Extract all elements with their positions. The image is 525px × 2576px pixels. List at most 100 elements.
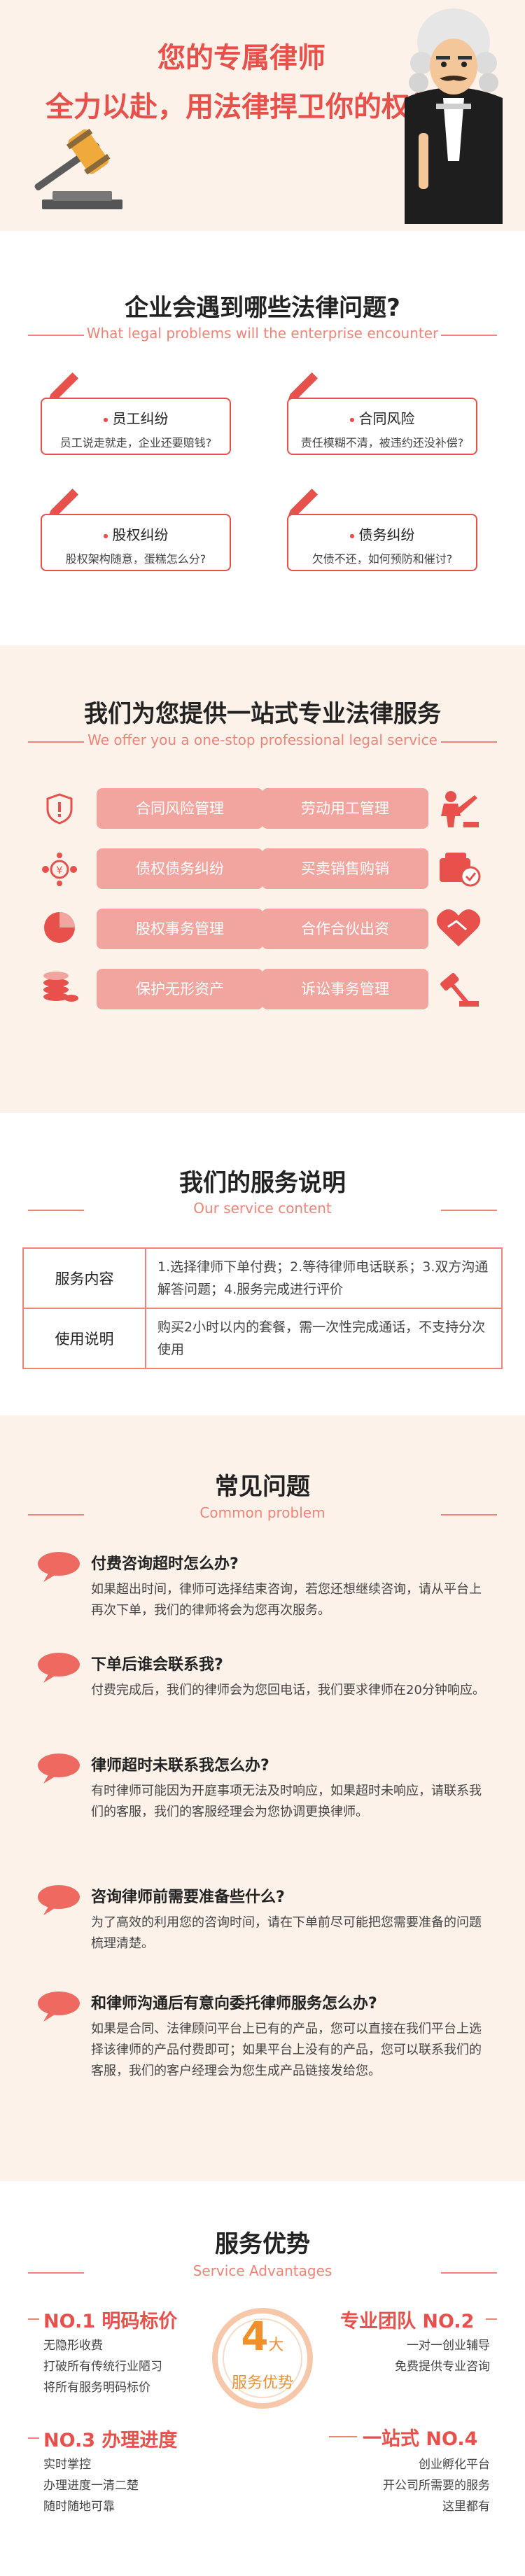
advantage-text-4: 创业孵化平台 开公司所需要的服务 这里都有 bbox=[350, 2454, 490, 2517]
divider bbox=[28, 2318, 39, 2320]
problems-title: 企业会遇到哪些法律问题? bbox=[125, 294, 400, 322]
handshake-heart-icon bbox=[436, 909, 481, 946]
faq-answer: 为了高效的利用您的咨询时间，请在下单前尽可能把您需要准备的问题梳理清楚。 bbox=[91, 1915, 482, 1951]
table-row-label: 服务内容 bbox=[24, 1249, 146, 1308]
badge-number-unit: 大 bbox=[268, 2337, 284, 2354]
advantage-line: 随时随地可靠 bbox=[43, 2500, 115, 2514]
advantage-text-3: 实时掌控 办理进度一清二楚 随时随地可靠 bbox=[43, 2454, 139, 2517]
problem-card-equity: 股权纠纷 股权架构随意，蛋糕怎么分? bbox=[41, 514, 231, 571]
advantage-head-1: NO.1 明码标价 bbox=[43, 2311, 178, 2332]
speech-bubble-icon bbox=[38, 1552, 80, 1582]
advantage-line: 一对一创业辅导 bbox=[407, 2339, 490, 2353]
faq-section: 常见问题 Common problem 付费咨询超时怎么办? 如果超出时间，律师… bbox=[0, 1415, 525, 2181]
gavel-icon bbox=[440, 973, 479, 1007]
problem-card-title: 员工纠纷 bbox=[42, 407, 230, 428]
divider bbox=[329, 2436, 357, 2437]
faq-item[interactable]: 下单后谁会联系我? 付费完成后，我们的律师会为您回电话，我们要求律师在20分钟响… bbox=[36, 1652, 491, 1750]
faq-answer: 如果是合同、法律顾问平台上已有的产品，您可以直接在我们平台上选择该律师的产品付费… bbox=[91, 2022, 482, 2078]
faq-answer: 付费完成后，我们的律师会为您回电话，我们要求律师在20分钟响应。 bbox=[91, 1683, 485, 1698]
service-labor[interactable]: 劳动用工管理 bbox=[262, 788, 428, 829]
table-row-label: 使用说明 bbox=[24, 1309, 146, 1368]
problem-card-title: 股权纠纷 bbox=[42, 524, 230, 544]
service-content-subtitle: Our service content bbox=[193, 1200, 332, 1217]
advantage-line: 这里都有 bbox=[442, 2500, 490, 2514]
advantage-line: 打破所有传统行业陋习 bbox=[43, 2360, 162, 2374]
table-row-text: 1.选择律师下单付费；2.等待律师电话联系；3.双方沟通解答问题；4.服务完成进… bbox=[158, 1259, 489, 1297]
yen-exchange-icon: ¥ bbox=[42, 853, 77, 886]
advantage-line: 实时掌控 bbox=[43, 2458, 91, 2472]
faq-item[interactable]: 咨询律师前需要准备些什么? 为了高效的利用您的咨询时间，请在下单前尽可能把您需要… bbox=[36, 1884, 491, 1982]
service-partnership[interactable]: 合作合伙出资 bbox=[262, 909, 428, 949]
advantages-subtitle: Service Advantages bbox=[192, 2262, 332, 2279]
service-table: 服务内容 1.选择律师下单付费；2.等待律师电话联系；3.双方沟通解答问题；4.… bbox=[22, 1247, 503, 1369]
problem-card-desc: 员工说走就走，企业还要赔钱? bbox=[59, 436, 212, 449]
svg-text:¥: ¥ bbox=[57, 865, 63, 876]
problems-subtitle: What legal problems will the enterprise … bbox=[86, 325, 439, 342]
advantage-head-3: NO.3 办理进度 bbox=[43, 2430, 178, 2451]
problem-card-desc: 责任模糊不清，被违约还没补偿? bbox=[300, 436, 464, 449]
problem-card-desc: 欠债不还，如何预防和催讨? bbox=[312, 552, 453, 566]
gavel-icon bbox=[34, 128, 122, 209]
services-title: 我们为您提供一站式专业法律服务 bbox=[84, 700, 441, 728]
advantage-line: 创业孵化平台 bbox=[419, 2458, 490, 2472]
service-contract-risk[interactable]: 合同风险管理 bbox=[97, 788, 263, 829]
service-content-title: 我们的服务说明 bbox=[179, 1169, 346, 1197]
advantage-line: 开公司所需要的服务 bbox=[383, 2479, 490, 2493]
faq-question: 和律师沟通后有意向委托律师服务怎么办? bbox=[91, 1995, 377, 2012]
faq-answer: 有时律师可能因为开庭事项无法及时响应，如果超时未响应，请联系我们的客服，我们的客… bbox=[91, 1784, 482, 1819]
speech-bubble-icon bbox=[38, 1653, 80, 1683]
service-content-section: 我们的服务说明 Our service content 服务内容 1.选择律师下… bbox=[0, 1113, 525, 1415]
faq-item[interactable]: 律师超时未联系我怎么办? 有时律师可能因为开庭事项无法及时响应，如果超时未响应，… bbox=[36, 1753, 491, 1872]
badge-number-value: 4 bbox=[241, 2314, 269, 2360]
page: 您的专属律师 全力以赴，用法律捍卫你的权益 企业会遇到哪些法律问题? What … bbox=[0, 0, 525, 2576]
badge-label: 服务优势 bbox=[231, 2374, 293, 2392]
service-sales[interactable]: 买卖销售购销 bbox=[262, 848, 428, 889]
faq-item[interactable]: 付费咨询超时怎么办? 如果超出时间，律师可选择结束咨询，若您还想继续咨询，请从平… bbox=[36, 1551, 491, 1649]
advantage-text-1: 无隐形收费 打破所有传统行业陋习 将所有服务明码标价 bbox=[43, 2335, 162, 2398]
problem-card-title: 合同风险 bbox=[288, 407, 476, 428]
advantage-line: 免费提供专业咨询 bbox=[395, 2360, 490, 2374]
divider bbox=[28, 2437, 39, 2439]
advantage-head-2: 专业团队 NO.2 bbox=[340, 2311, 475, 2332]
service-debt[interactable]: 债权债务纠纷 bbox=[97, 848, 263, 889]
advantage-text-2: 一对一创业辅导 免费提供专业咨询 bbox=[350, 2335, 490, 2377]
speech-bubble-icon bbox=[38, 1991, 80, 2022]
faq-question: 下单后谁会联系我? bbox=[91, 1656, 223, 1674]
table-row: 服务内容 1.选择律师下单付费；2.等待律师电话联系；3.双方沟通解答问题；4.… bbox=[24, 1249, 501, 1309]
faq-answer: 如果超出时间，律师可选择结束咨询，若您还想继续咨询，请从平台上再次下单，我们的律… bbox=[91, 1582, 482, 1618]
service-litigation[interactable]: 诉讼事务管理 bbox=[262, 969, 428, 1009]
services-subtitle: We offer you a one-stop professional leg… bbox=[88, 732, 438, 748]
shield-alert-icon bbox=[46, 793, 73, 825]
hero-banner: 您的专属律师 全力以赴，用法律捍卫你的权益 bbox=[0, 0, 525, 231]
problem-card-desc: 股权架构随意，蛋糕怎么分? bbox=[65, 552, 206, 566]
coins-icon bbox=[43, 972, 78, 1002]
problems-section: 企业会遇到哪些法律问题? What legal problems will th… bbox=[0, 231, 525, 645]
advantage-line: 无隐形收费 bbox=[43, 2339, 103, 2353]
service-ip[interactable]: 保护无形资产 bbox=[97, 969, 263, 1009]
advantages-section: 服务优势 Service Advantages 4大 服务优势 NO.1 明码标… bbox=[0, 2181, 525, 2576]
judge-illustration bbox=[405, 8, 503, 224]
faq-subtitle: Common problem bbox=[200, 1504, 326, 1521]
problem-card-contract: 合同风险 责任模糊不清，被违约还没补偿? bbox=[287, 398, 477, 455]
problem-card-debt: 债务纠纷 欠债不还，如何预防和催讨? bbox=[287, 514, 477, 571]
table-row-text: 购买2小时以内的套餐，需一次性完成通话，不支持分次使用 bbox=[158, 1320, 486, 1357]
table-row: 使用说明 购买2小时以内的套餐，需一次性完成通话，不支持分次使用 bbox=[24, 1309, 501, 1368]
faq-question: 付费咨询超时怎么办? bbox=[91, 1555, 239, 1573]
worker-icon bbox=[441, 791, 479, 827]
faq-question: 律师超时未联系我怎么办? bbox=[91, 1757, 270, 1774]
service-equity[interactable]: 股权事务管理 bbox=[97, 909, 263, 949]
advantage-line: 将所有服务明码标价 bbox=[43, 2381, 150, 2395]
faq-title: 常见问题 bbox=[215, 1473, 310, 1501]
advantage-head-4: 一站式 NO.4 bbox=[363, 2428, 478, 2450]
wallet-check-icon bbox=[440, 853, 481, 887]
faq-item[interactable]: 和律师沟通后有意向委托律师服务怎么办? 如果是合同、法律顾问平台上已有的产品，您… bbox=[36, 1991, 491, 2131]
advantages-title: 服务优势 bbox=[215, 2230, 310, 2258]
advantage-line: 办理进度一清二楚 bbox=[43, 2479, 139, 2493]
services-section: 我们为您提供一站式专业法律服务 We offer you a one-stop … bbox=[0, 645, 525, 1113]
speech-bubble-icon bbox=[38, 1754, 80, 1784]
problem-card-employee: 员工纠纷 员工说走就走，企业还要赔钱? bbox=[41, 398, 231, 455]
problem-card-title: 债务纠纷 bbox=[288, 524, 476, 544]
speech-bubble-icon bbox=[38, 1885, 80, 1915]
faq-question: 咨询律师前需要准备些什么? bbox=[91, 1889, 285, 1906]
pie-chart-icon bbox=[44, 912, 75, 943]
